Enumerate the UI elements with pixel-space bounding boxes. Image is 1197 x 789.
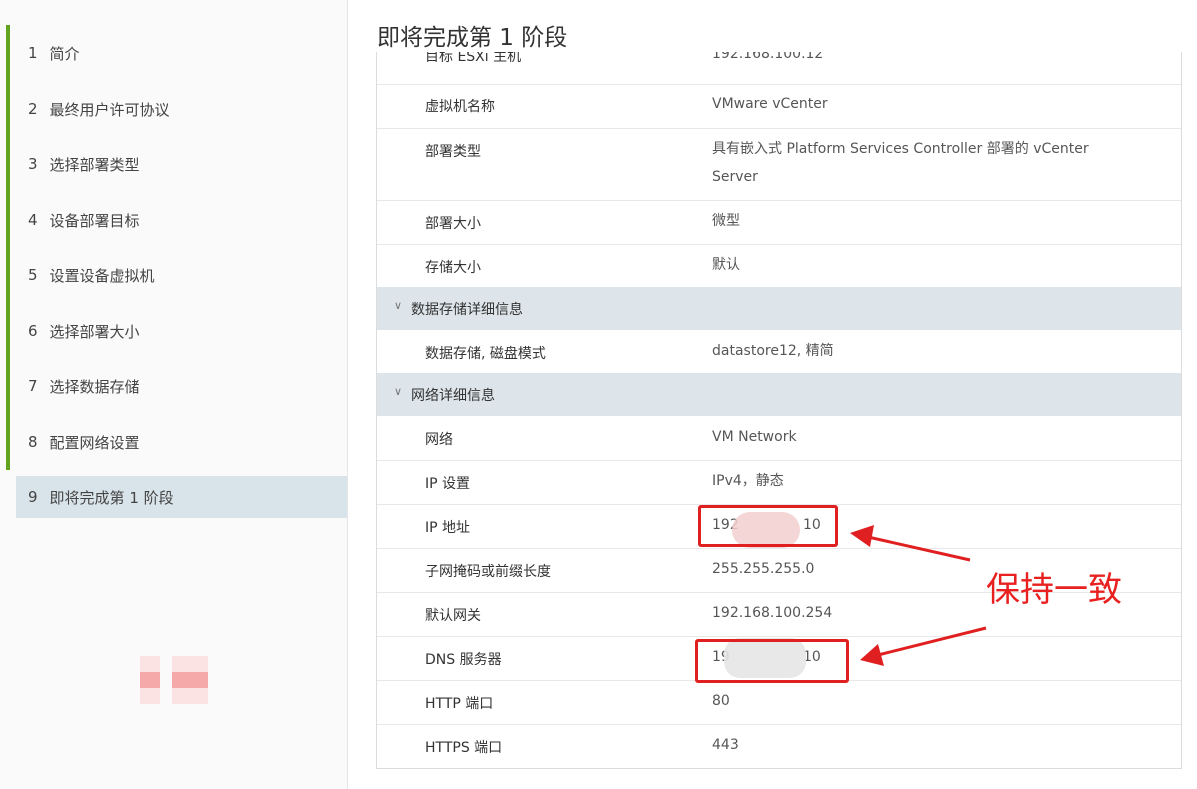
step-number: 9 bbox=[28, 488, 38, 506]
step-label: 选择部署类型 bbox=[49, 155, 140, 174]
step-complete-indicator bbox=[6, 247, 10, 303]
field-label: 部署类型 bbox=[425, 144, 481, 160]
page-title: 即将完成第 1 阶段 bbox=[377, 25, 568, 51]
field-label: 目标 ESXi 主机 bbox=[425, 52, 522, 65]
step-label: 简介 bbox=[49, 44, 80, 63]
field-label: 子网掩码或前缀长度 bbox=[425, 564, 551, 580]
row-network: 网络 VM Network bbox=[377, 416, 1181, 461]
field-label: 默认网关 bbox=[425, 608, 481, 624]
wizard-sidebar: 1 简介 2 最终用户许可协议 3 选择部署类型 4 设备部署目标 5 设置设备… bbox=[0, 0, 348, 789]
field-label: 网络 bbox=[425, 432, 453, 448]
field-value: datastore12, 精简 bbox=[712, 343, 834, 359]
row-http-port: HTTP 端口 80 bbox=[377, 680, 1181, 725]
step-label: 设置设备虚拟机 bbox=[49, 266, 155, 285]
field-label: IP 设置 bbox=[425, 476, 471, 492]
field-value: 具有嵌入式 Platform Services Controller 部署的 v… bbox=[712, 141, 1089, 185]
field-label: 虚拟机名称 bbox=[425, 99, 495, 115]
highlight-box-ip bbox=[698, 505, 838, 547]
chevron-down-icon: ∨ bbox=[394, 385, 403, 398]
field-label: DNS 服务器 bbox=[425, 652, 502, 668]
step-label: 最终用户许可协议 bbox=[49, 100, 170, 119]
step-complete-indicator bbox=[6, 414, 10, 470]
arrow-to-dns-icon bbox=[860, 626, 987, 666]
row-datastore: 数据存储, 磁盘模式 datastore12, 精简 bbox=[377, 330, 1181, 373]
field-value: VMware vCenter bbox=[712, 96, 828, 112]
step-label: 选择数据存储 bbox=[49, 377, 140, 396]
step-number: 4 bbox=[28, 211, 38, 229]
step-complete-indicator bbox=[6, 192, 10, 248]
row-ip-settings: IP 设置 IPv4，静态 bbox=[377, 460, 1181, 505]
step-intro[interactable]: 1 简介 bbox=[6, 25, 347, 81]
step-eula[interactable]: 2 最终用户许可协议 bbox=[6, 81, 347, 137]
row-target-host: 目标 ESXi 主机 192.168.100.12 bbox=[377, 52, 1181, 85]
blurred-logo bbox=[140, 656, 208, 704]
step-number: 2 bbox=[28, 100, 38, 118]
step-number: 8 bbox=[28, 433, 38, 451]
step-complete-indicator bbox=[6, 25, 10, 81]
field-value: IPv4，静态 bbox=[712, 473, 784, 489]
step-label: 选择部署大小 bbox=[49, 322, 140, 341]
step-complete-indicator bbox=[6, 81, 10, 137]
step-deploy-size[interactable]: 6 选择部署大小 bbox=[6, 303, 347, 359]
step-complete-indicator bbox=[6, 136, 10, 192]
step-setup-vm[interactable]: 5 设置设备虚拟机 bbox=[6, 247, 347, 303]
step-label: 设备部署目标 bbox=[49, 211, 140, 230]
row-vm-name: 虚拟机名称 VMware vCenter bbox=[377, 84, 1181, 129]
highlight-box-dns bbox=[695, 639, 849, 683]
step-datastore[interactable]: 7 选择数据存储 bbox=[6, 358, 347, 414]
arrow-to-ip-icon bbox=[850, 525, 971, 562]
step-label: 即将完成第 1 阶段 bbox=[49, 488, 174, 507]
field-label: HTTP 端口 bbox=[425, 696, 494, 712]
field-label: HTTPS 端口 bbox=[425, 740, 503, 756]
step-network[interactable]: 8 配置网络设置 bbox=[6, 414, 347, 470]
step-ready-complete[interactable]: 9 即将完成第 1 阶段 bbox=[16, 476, 347, 518]
step-complete-indicator bbox=[6, 303, 10, 359]
chevron-down-icon: ∨ bbox=[394, 299, 403, 312]
row-deploy-type: 部署类型 具有嵌入式 Platform Services Controller … bbox=[377, 128, 1181, 201]
annotation-arrows bbox=[850, 525, 987, 666]
annotation-note: 保持一致 bbox=[986, 570, 1122, 610]
section-datastore-details[interactable]: ∨ 数据存储详细信息 bbox=[377, 287, 1181, 330]
step-number: 3 bbox=[28, 155, 38, 173]
field-value: 80 bbox=[712, 693, 730, 709]
field-value: 192.168.100.12 bbox=[712, 52, 824, 62]
row-storage-size: 存储大小 默认 bbox=[377, 244, 1181, 287]
row-deploy-size: 部署大小 微型 bbox=[377, 200, 1181, 245]
field-label: 存储大小 bbox=[425, 260, 481, 276]
section-title: 网络详细信息 bbox=[411, 388, 495, 404]
field-value: 443 bbox=[712, 737, 739, 753]
field-label: 数据存储, 磁盘模式 bbox=[425, 346, 546, 362]
section-title: 数据存储详细信息 bbox=[411, 302, 523, 318]
step-number: 5 bbox=[28, 266, 38, 284]
step-deploy-type[interactable]: 3 选择部署类型 bbox=[6, 136, 347, 192]
field-value: 默认 bbox=[712, 257, 740, 273]
step-number: 6 bbox=[28, 322, 38, 340]
step-label: 配置网络设置 bbox=[49, 433, 140, 452]
field-label: 部署大小 bbox=[425, 216, 481, 232]
field-label: IP 地址 bbox=[425, 520, 471, 536]
row-https-port: HTTPS 端口 443 bbox=[377, 724, 1181, 768]
step-number: 1 bbox=[28, 44, 38, 62]
step-deploy-target[interactable]: 4 设备部署目标 bbox=[6, 192, 347, 248]
step-complete-indicator bbox=[6, 358, 10, 414]
section-network-details[interactable]: ∨ 网络详细信息 bbox=[377, 373, 1181, 416]
step-number: 7 bbox=[28, 377, 38, 395]
field-value: 微型 bbox=[712, 213, 740, 229]
field-value: VM Network bbox=[712, 429, 797, 445]
